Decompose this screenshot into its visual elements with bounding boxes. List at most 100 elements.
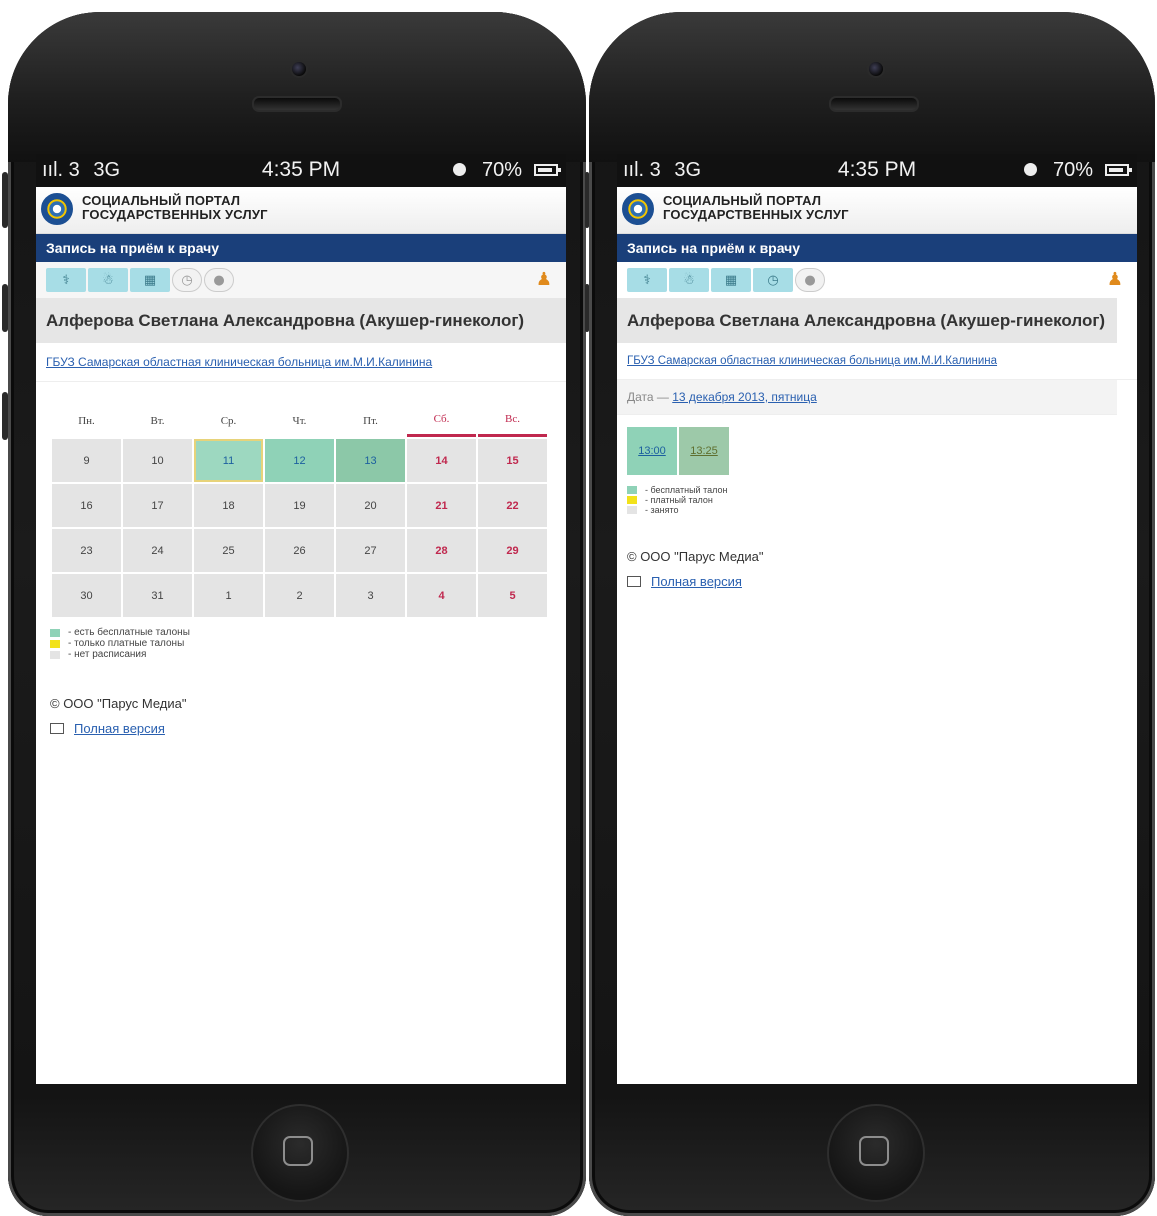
calendar-day-available[interactable]: 12 [265,439,334,482]
calendar-day: 9 [52,439,121,482]
volume-down-button [2,392,8,440]
portal-logo[interactable] [622,193,654,225]
mute-switch [2,172,8,228]
doctor-name: Алферова Светлана Александровна (Акушер-… [36,298,566,343]
calendar-day: 24 [123,529,192,572]
calendar-day: 18 [194,484,263,527]
weekday-header: Вс. [478,404,547,437]
portal-title-line1: Социальный портал [663,193,822,208]
weekday-header: Пн. [78,414,95,427]
calendar-day-weekend: 22 [478,484,547,527]
portal-header: Социальный портал государственных услуг [36,187,566,234]
portal-logo[interactable] [41,193,73,225]
legend-swatch [627,496,637,504]
portal-header: Социальный портал государственных услуг [617,187,1137,234]
front-camera [290,60,308,78]
legend-item: - занято [627,505,1137,515]
step-confirm-icon: ● [795,268,825,292]
appointment-calendar: Пн. Вт. Ср. Чт. Пт. Сб. Вс. 9 10 11 12 1… [50,402,549,619]
alarm-icon [453,163,466,176]
calendar-day: 23 [52,529,121,572]
legend-swatch [50,650,60,659]
time-slots: 13:00 13:25 [627,427,1137,475]
weekday-header: Чт. [292,414,307,427]
portal-title: Социальный портал государственных услуг [82,194,268,222]
hospital-link[interactable]: ГБУЗ Самарская областная клиническая бол… [36,343,566,382]
home-button[interactable] [827,1104,925,1202]
step-doctor-icon[interactable]: ⚕ [627,268,667,292]
calendar-day: 10 [123,439,192,482]
time-slot-free[interactable]: 13:00 [627,427,677,475]
legend-swatch [627,486,637,494]
screen: ııl. 3 3G 4:35 PM 70% Социальный портал … [617,154,1137,1084]
home-button[interactable] [251,1104,349,1202]
phone-left: ııl. 3 3G 4:35 PM 70% Социальный портал … [2,12,586,1216]
step-specialist-icon[interactable]: ☃ [669,268,709,292]
calendar-day: 27 [336,529,405,572]
user-profile-icon[interactable]: ♟ [1107,269,1123,290]
portal-title: Социальный портал государственных услуг [663,194,849,222]
front-camera [867,60,885,78]
portal-title-line1: Социальный портал [82,193,241,208]
page-title-bar: Запись на приём к врачу [617,234,1137,262]
time-slot[interactable]: 13:25 [679,427,729,475]
selected-date-row: Дата — 13 декабря 2013, пятница [617,380,1117,415]
battery-icon [534,164,561,176]
slots-legend: - бесплатный талон - платный талон - зан… [627,485,1137,515]
home-square-icon [859,1136,889,1166]
calendar-day-available[interactable]: 11 [194,439,263,482]
copyright: © ООО "Парус Медиа" [50,696,187,711]
legend-item: - бесплатный талон [627,485,1137,495]
calendar-day: 3 [336,574,405,617]
legend-item: - есть бесплатные талоны [50,627,566,638]
full-version-link[interactable]: Полная версия [74,721,165,736]
step-specialist-icon[interactable]: ☃ [88,268,128,292]
full-version-row: Полная версия [627,574,1137,589]
calendar-day: 2 [265,574,334,617]
page-title-bar: Запись на приём к врачу [36,234,566,262]
volume-up-button [585,284,589,332]
calendar-day-weekend: 5 [478,574,547,617]
volume-up-button [2,284,8,332]
calendar-day: 16 [52,484,121,527]
calendar-day: 19 [265,484,334,527]
legend-item: - платный талон [627,495,1137,505]
weekday-header: Сб. [407,404,476,437]
full-version-link[interactable]: Полная версия [651,574,742,589]
hospital-link[interactable]: ГБУЗ Самарская областная клиническая бол… [617,343,1137,380]
legend-label: - занято [645,505,679,515]
user-profile-icon[interactable]: ♟ [536,269,552,290]
status-bar: ııl. 3 3G 4:35 PM 70% [36,154,566,187]
calendar-day: 26 [265,529,334,572]
phone-right: ııl. 3 3G 4:35 PM 70% Социальный портал … [585,12,1155,1216]
calendar-day: 1 [194,574,263,617]
calendar-day-available[interactable]: 13 [336,439,405,482]
legend-label: - бесплатный талон [645,485,728,495]
full-version-row: Полная версия [50,721,566,736]
calendar-day-weekend: 28 [407,529,476,572]
legend-item: - нет расписания [50,649,566,660]
alarm-icon [1024,163,1037,176]
home-square-icon [283,1136,313,1166]
step-calendar-icon[interactable]: ▦ [711,268,751,292]
wizard-steps: ⚕ ☃ ▦ ◷ ● ♟ [36,262,566,298]
legend-label: - нет расписания [68,649,147,660]
calendar-day: 30 [52,574,121,617]
legend-item: - только платные талоны [50,638,566,649]
legend-label: - есть бесплатные талоны [68,627,190,638]
step-confirm-icon: ● [204,268,234,292]
wizard-steps: ⚕ ☃ ▦ ◷ ● ♟ [617,262,1137,298]
doctor-name: Алферова Светлана Александровна (Акушер-… [617,298,1117,343]
calendar-day-weekend: 14 [407,439,476,482]
step-clock-icon[interactable]: ◷ [753,268,793,292]
mute-switch [585,172,589,228]
battery-percent: 70% [481,159,522,181]
earpiece-speaker [829,96,919,112]
legend-swatch [50,628,60,637]
weekday-header: Ср. [220,414,237,427]
step-calendar-icon[interactable]: ▦ [130,268,170,292]
selected-date-link[interactable]: 13 декабря 2013, пятница [672,390,817,404]
step-doctor-icon[interactable]: ⚕ [46,268,86,292]
copyright: © ООО "Парус Медиа" [627,549,764,564]
calendar-day-weekend: 4 [407,574,476,617]
